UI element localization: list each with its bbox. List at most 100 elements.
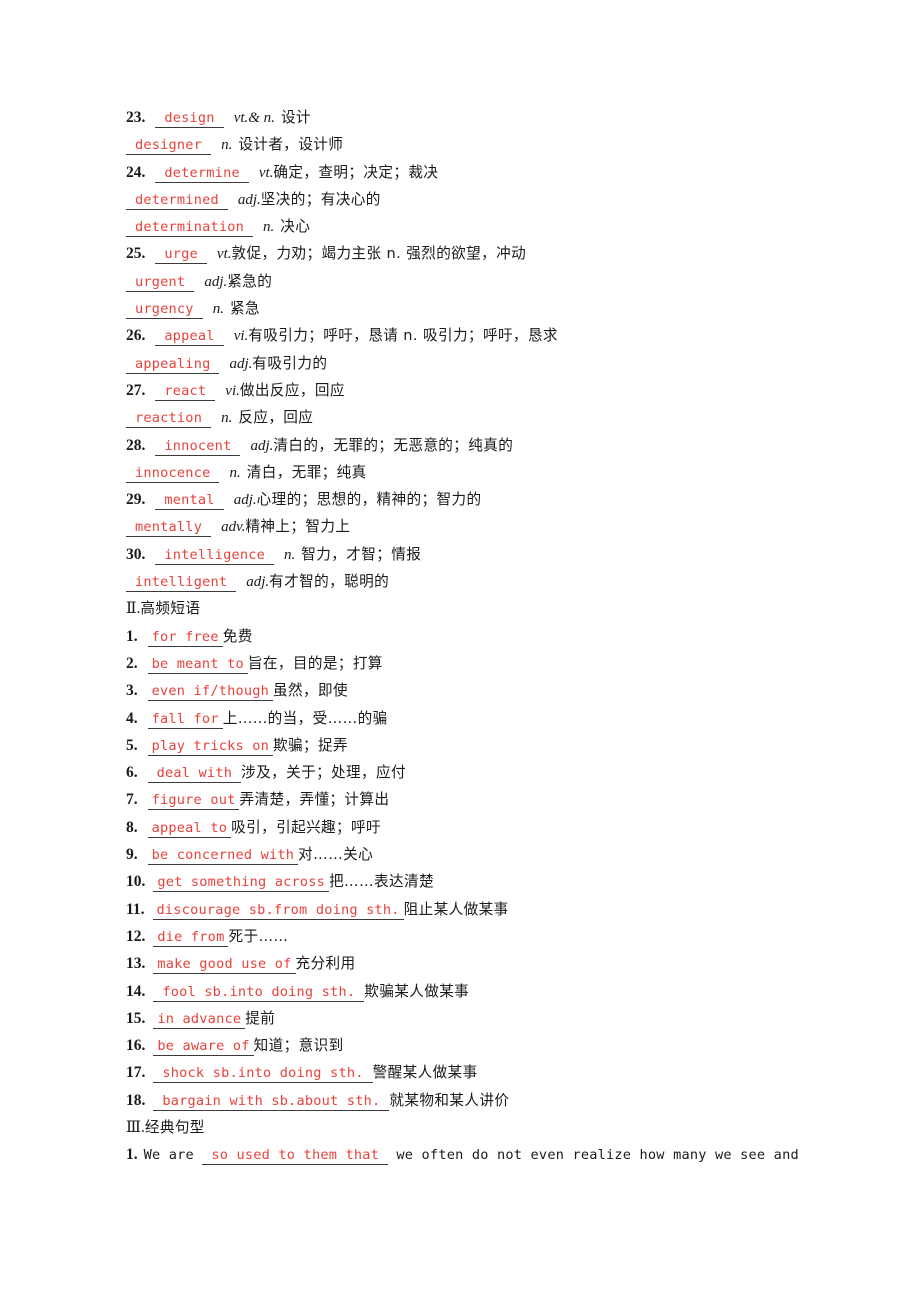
chinese-gloss: 涉及，关于；处理，应付 (241, 764, 407, 782)
phrase-row: 2. be meant to 旨在，目的是；打算 (126, 650, 916, 677)
phrase-row: 8. appeal to 吸引，引起兴趣；呼吁 (126, 814, 916, 841)
part-of-speech: n. (284, 546, 296, 563)
item-number: 6. (126, 764, 138, 782)
answer-blank[interactable]: reaction (126, 410, 212, 429)
vocabulary-row: appealing adj.有吸引力的 (126, 350, 916, 377)
answer-blank[interactable]: urgent (126, 273, 195, 292)
chinese-gloss: 上……的当，受……的骗 (222, 709, 388, 727)
phrase-row: 4. fall for 上……的当，受……的骗 (126, 705, 916, 732)
vocabulary-row: determined adj.坚决的；有决心的 (126, 186, 916, 213)
item-number: 5. (126, 736, 138, 754)
answer-blank[interactable]: so used to them that (202, 1147, 389, 1166)
part-of-speech: adj. (237, 191, 261, 208)
phrase-row: 3. even if/though 虽然，即使 (126, 677, 916, 704)
answer-blank[interactable]: urgency (126, 301, 203, 320)
vocabulary-row: determination n. 决心 (126, 213, 916, 240)
answer-blank[interactable]: get something across (153, 874, 330, 893)
answer-blank[interactable]: shock sb.into doing sth. (153, 1065, 373, 1084)
chinese-gloss: 警醒某人做某事 (372, 1064, 478, 1082)
phrase-row: 10. get something across 把……表达清楚 (126, 868, 916, 895)
item-number: 1. (126, 1146, 138, 1164)
chinese-gloss: 紧急 (229, 300, 260, 318)
chinese-gloss: 把……表达清楚 (329, 873, 435, 891)
answer-blank[interactable]: deal with (147, 765, 242, 784)
phrase-row: 1. for free 免费 (126, 623, 916, 650)
answer-blank[interactable]: mentally (126, 519, 212, 538)
chinese-gloss: 有才智的，聪明的 (269, 573, 390, 591)
item-number: 4. (126, 709, 138, 727)
chinese-gloss: 充分利用 (295, 955, 356, 973)
answer-blank[interactable]: make good use of (153, 956, 296, 975)
chinese-gloss: 死于…… (228, 927, 289, 945)
answer-blank[interactable]: play tricks on (147, 737, 274, 756)
answer-blank[interactable]: be meant to (147, 655, 248, 674)
item-number: 16. (126, 1037, 146, 1055)
answer-blank[interactable]: in advance (153, 1010, 246, 1029)
phrase-list: 1. for free 免费 2. be meant to 旨在，目的是；打算 3. ev… (126, 623, 916, 1114)
answer-blank[interactable]: determination (126, 219, 253, 238)
chinese-gloss: 心理的；思想的，精神的；智力的 (256, 491, 482, 509)
chinese-gloss: 免费 (222, 627, 253, 645)
vocabulary-row: 28. innocent adj.清白的，无罪的；无恶意的；纯真的 (126, 432, 916, 459)
answer-blank[interactable]: for free (147, 628, 223, 647)
part-of-speech: vi. (233, 328, 249, 345)
chinese-gloss: 智力，才智；情报 (301, 545, 422, 563)
item-number: 28. (126, 436, 146, 454)
phrase-row: 7. figure out 弄清楚，弄懂；计算出 (126, 786, 916, 813)
item-number: 14. (126, 982, 146, 1000)
item-number: 9. (126, 846, 138, 864)
item-number: 23. (126, 109, 146, 126)
chinese-gloss: 反应，回应 (238, 409, 314, 427)
answer-blank[interactable]: designer (126, 137, 212, 156)
vocabulary-row: urgency n. 紧急 (126, 295, 916, 322)
answer-blank[interactable]: fool sb.into doing sth. (153, 983, 365, 1002)
section-title: 高频短语 (140, 600, 201, 618)
answer-blank[interactable]: intelligence (155, 546, 274, 565)
part-of-speech: n. (221, 410, 233, 427)
part-of-speech: vt. (216, 246, 232, 263)
answer-blank[interactable]: discourage sb.from doing sth. (152, 901, 404, 920)
answer-blank[interactable]: appeal to (147, 819, 232, 838)
sentence-before: We are (143, 1147, 203, 1164)
phrase-row: 5. play tricks on 欺骗；捉弄 (126, 732, 916, 759)
answer-blank[interactable]: determined (126, 191, 228, 210)
chinese-gloss: 欺骗某人做某事 (364, 982, 470, 1000)
answer-blank[interactable]: innocence (126, 464, 220, 483)
section-heading-phrases: Ⅱ.高频短语 (126, 595, 916, 622)
chinese-gloss: 就某物和某人讲价 (389, 1091, 510, 1109)
vocabulary-row: 24. determine vt.确定，查明；决定；裁决 (126, 159, 916, 186)
vocabulary-row: 23. design vt.& n. 设计 (126, 104, 916, 131)
answer-blank[interactable]: fall for (147, 710, 223, 729)
answer-blank[interactable]: design (155, 110, 224, 128)
phrase-row: 13. make good use of 充分利用 (126, 950, 916, 977)
document-page: 23. design vt.& n. 设计 designer n. 设计者，设计师 24.… (0, 0, 920, 1302)
vocabulary-row: 25. urge vt.敦促，力劝；竭力主张 n. 强烈的欲望，冲动 (126, 240, 916, 267)
chinese-gloss: 弄清楚，弄懂；计算出 (239, 791, 390, 809)
part-of-speech: n. (221, 137, 233, 154)
item-number: 27. (126, 381, 146, 399)
answer-blank[interactable]: appeal (155, 328, 224, 347)
answer-blank[interactable]: react (155, 382, 216, 401)
answer-blank[interactable]: die from (153, 928, 229, 947)
chinese-gloss: 设计 (280, 109, 311, 126)
document-content: 23. design vt.& n. 设计 designer n. 设计者，设计师 24.… (126, 104, 916, 1169)
item-number: 26. (126, 327, 146, 345)
answer-blank[interactable]: be aware of (153, 1038, 254, 1057)
answer-blank[interactable]: appealing (126, 355, 220, 374)
chinese-gloss: 虽然，即使 (273, 682, 348, 700)
answer-blank[interactable]: even if/though (147, 683, 274, 702)
answer-blank[interactable]: mental (155, 492, 224, 511)
chinese-gloss: 对……关心 (298, 846, 374, 864)
answer-blank[interactable]: intelligent (126, 574, 237, 593)
answer-blank[interactable]: be concerned with (147, 847, 299, 866)
chinese-gloss: 清白的，无罪的；无恶意的；纯真的 (273, 436, 514, 454)
answer-blank[interactable]: innocent (155, 437, 241, 456)
answer-blank[interactable]: urge (155, 246, 207, 265)
answer-blank[interactable]: figure out (147, 792, 240, 811)
chinese-gloss: 清白，无罪；纯真 (246, 463, 367, 481)
part-of-speech: adj. (250, 437, 274, 454)
section-title: 经典句型 (144, 1118, 205, 1136)
answer-blank[interactable]: bargain with sb.about sth. (153, 1092, 390, 1111)
item-number: 13. (126, 955, 146, 973)
answer-blank[interactable]: determine (155, 164, 249, 183)
